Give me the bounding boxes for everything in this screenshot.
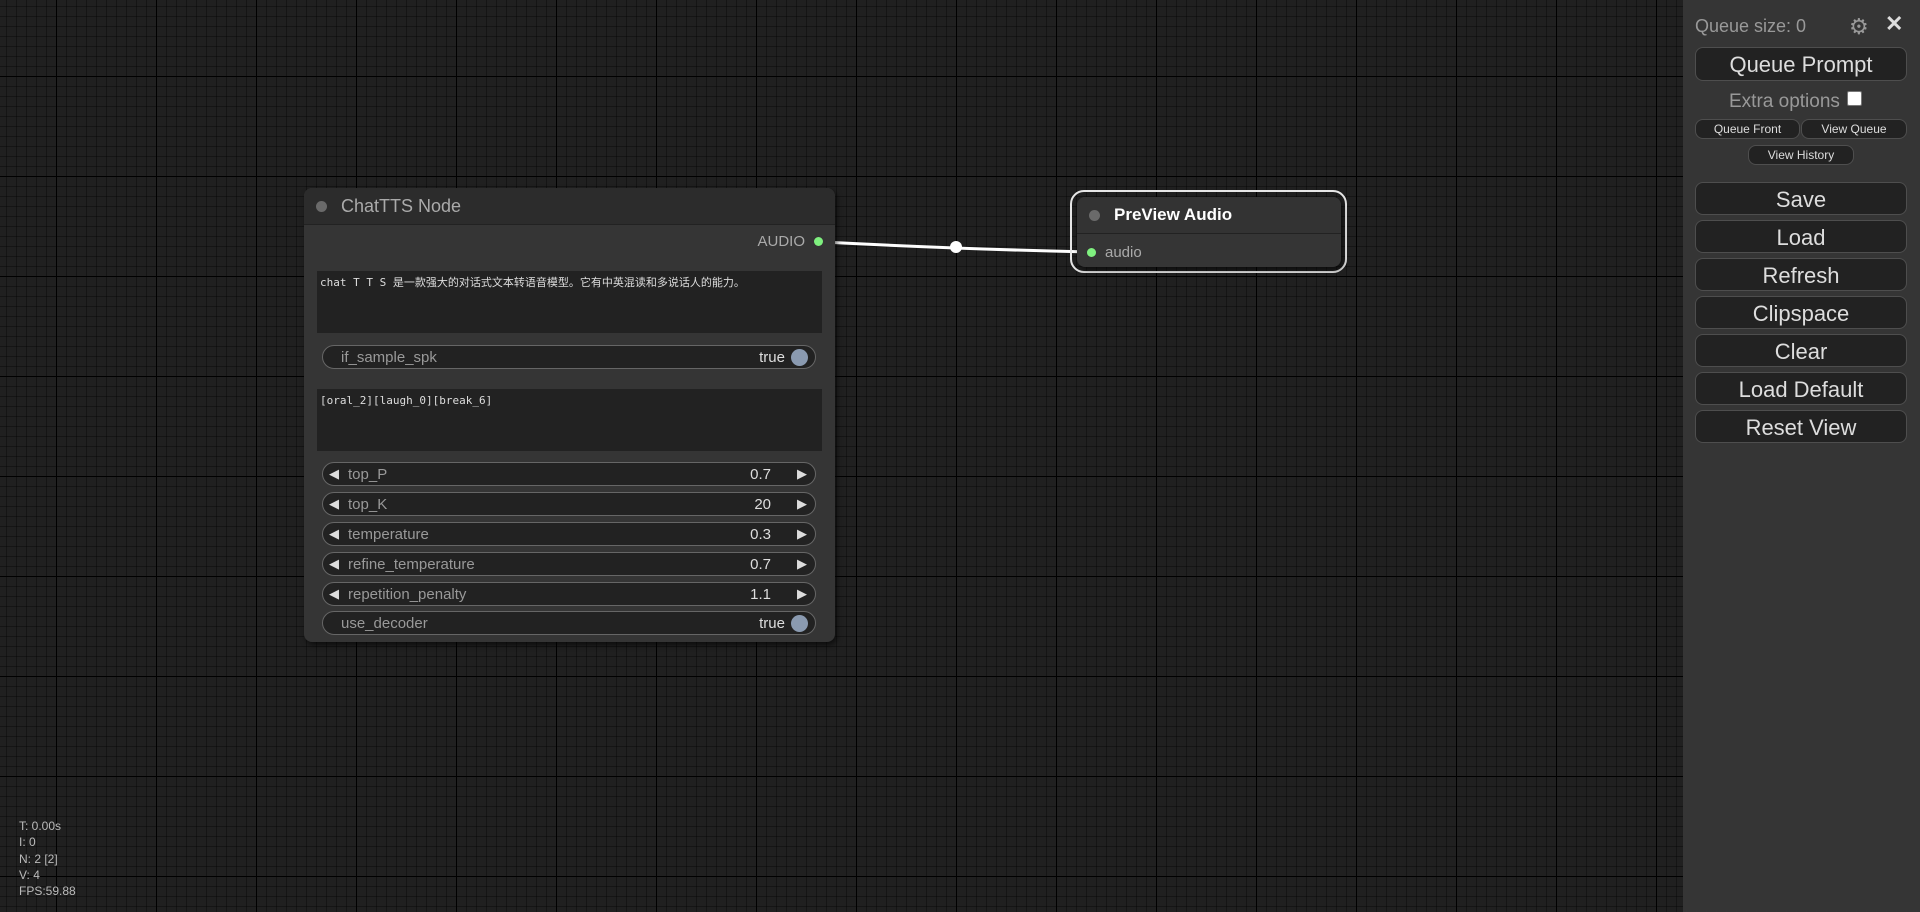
use-decoder-toggle[interactable]: use_decoder true	[322, 611, 816, 635]
toggle-knob	[791, 615, 808, 632]
if-sample-spk-label: if_sample_spk	[341, 348, 437, 366]
refresh-button[interactable]: Refresh	[1695, 258, 1907, 291]
audio-link	[822, 240, 1091, 254]
extra-options-checkbox[interactable]	[1846, 91, 1862, 106]
use-decoder-value: true	[759, 614, 785, 632]
if-sample-spk-toggle[interactable]: if_sample_spk true	[322, 345, 816, 369]
input-slot-dot[interactable]	[1087, 248, 1096, 257]
audio-input-slot[interactable]: audio	[1087, 244, 1142, 261]
param-widget-top-K[interactable]: ◀ top_K 20 ▶	[322, 492, 816, 516]
audio-output-slot[interactable]: AUDIO	[757, 233, 823, 250]
reset-view-button[interactable]: Reset View	[1695, 410, 1907, 443]
increment-arrow-icon[interactable]: ▶	[797, 556, 807, 572]
stat-i: I: 0	[19, 835, 36, 850]
collapse-dot-icon[interactable]	[316, 200, 327, 212]
param-widget-temperature[interactable]: ◀ temperature 0.3 ▶	[322, 522, 816, 546]
decrement-arrow-icon[interactable]: ◀	[329, 496, 339, 512]
view-queue-button[interactable]: View Queue	[1801, 119, 1907, 139]
queue-prompt-button[interactable]: Queue Prompt	[1695, 47, 1907, 81]
stat-time: T: 0.00s	[19, 819, 62, 833]
save-button[interactable]: Save	[1695, 182, 1907, 215]
toggle-knob	[791, 349, 808, 366]
decrement-arrow-icon[interactable]: ◀	[329, 586, 339, 602]
prompt-text-input[interactable]: [oral_2][laugh_0][break_6]	[317, 389, 822, 451]
link-center-handle	[950, 241, 962, 253]
param-name: temperature	[348, 525, 429, 543]
param-value: 20	[754, 495, 771, 513]
preview-node-title[interactable]: PreView Audio	[1077, 197, 1341, 234]
queue-size-label: Queue size: 0	[1695, 16, 1807, 36]
param-value: 1.1	[750, 585, 771, 603]
decrement-arrow-icon[interactable]: ◀	[329, 466, 339, 482]
use-decoder-label: use_decoder	[341, 614, 428, 632]
increment-arrow-icon[interactable]: ▶	[797, 526, 807, 542]
output-slot-dot[interactable]	[814, 237, 823, 246]
side-menu: Queue size: 0 ⚙ ✕ Queue Prompt Extra opt…	[1683, 0, 1920, 912]
chattts-node[interactable]: ChatTTS Node AUDIO chat T T S 是一款强大的对话式文…	[304, 188, 835, 642]
clear-button[interactable]: Clear	[1695, 334, 1907, 367]
param-value: 0.7	[750, 555, 771, 573]
decrement-arrow-icon[interactable]: ◀	[329, 526, 339, 542]
audio-output-label: AUDIO	[757, 233, 805, 250]
param-value: 0.3	[750, 525, 771, 543]
stat-fps: FPS:59.88	[19, 884, 76, 899]
increment-arrow-icon[interactable]: ▶	[797, 496, 807, 512]
graph-canvas[interactable]: ChatTTS Node AUDIO chat T T S 是一款强大的对话式文…	[0, 0, 1683, 912]
collapse-dot-icon[interactable]	[1089, 209, 1100, 221]
gear-icon[interactable]: ⚙	[1849, 14, 1869, 40]
param-widget-repetition-penalty[interactable]: ◀ repetition_penalty 1.1 ▶	[322, 582, 816, 606]
param-name: refine_temperature	[348, 555, 475, 573]
param-name: top_K	[348, 495, 388, 513]
param-name: repetition_penalty	[348, 585, 467, 603]
view-history-button[interactable]: View History	[1748, 145, 1854, 165]
text-input[interactable]: chat T T S 是一款强大的对话式文本转语音模型。它有中英混读和多说话人的…	[317, 271, 822, 333]
queue-front-button[interactable]: Queue Front	[1695, 119, 1800, 139]
param-value: 0.7	[750, 465, 771, 483]
extra-options-row[interactable]: Extra options	[1729, 91, 1862, 113]
stat-v: V: 4	[19, 867, 40, 882]
param-widget-top-P[interactable]: ◀ top_P 0.7 ▶	[322, 462, 816, 486]
increment-arrow-icon[interactable]: ▶	[797, 466, 807, 482]
preview-audio-node[interactable]: PreView Audio audio	[1077, 197, 1341, 267]
render-stats: T: 0.00s I: 0 N: 2 [2] V: 4 FPS:59.88	[19, 818, 76, 899]
param-name: top_P	[348, 465, 388, 483]
clipspace-button[interactable]: Clipspace	[1695, 296, 1907, 329]
increment-arrow-icon[interactable]: ▶	[797, 586, 807, 602]
preview-node-title-text: PreView Audio	[1114, 205, 1233, 224]
decrement-arrow-icon[interactable]: ◀	[329, 556, 339, 572]
chattts-node-title-text: ChatTTS Node	[341, 195, 462, 216]
param-widget-refine-temperature[interactable]: ◀ refine_temperature 0.7 ▶	[322, 552, 816, 576]
chattts-node-title[interactable]: ChatTTS Node	[304, 188, 835, 225]
stat-nodes: N: 2 [2]	[19, 851, 58, 866]
load-button[interactable]: Load	[1695, 220, 1907, 253]
if-sample-spk-value: true	[759, 348, 785, 366]
audio-input-label: audio	[1105, 244, 1142, 261]
extra-options-label: Extra options	[1729, 91, 1840, 112]
close-icon[interactable]: ✕	[1885, 11, 1903, 37]
load-default-button[interactable]: Load Default	[1695, 372, 1907, 405]
